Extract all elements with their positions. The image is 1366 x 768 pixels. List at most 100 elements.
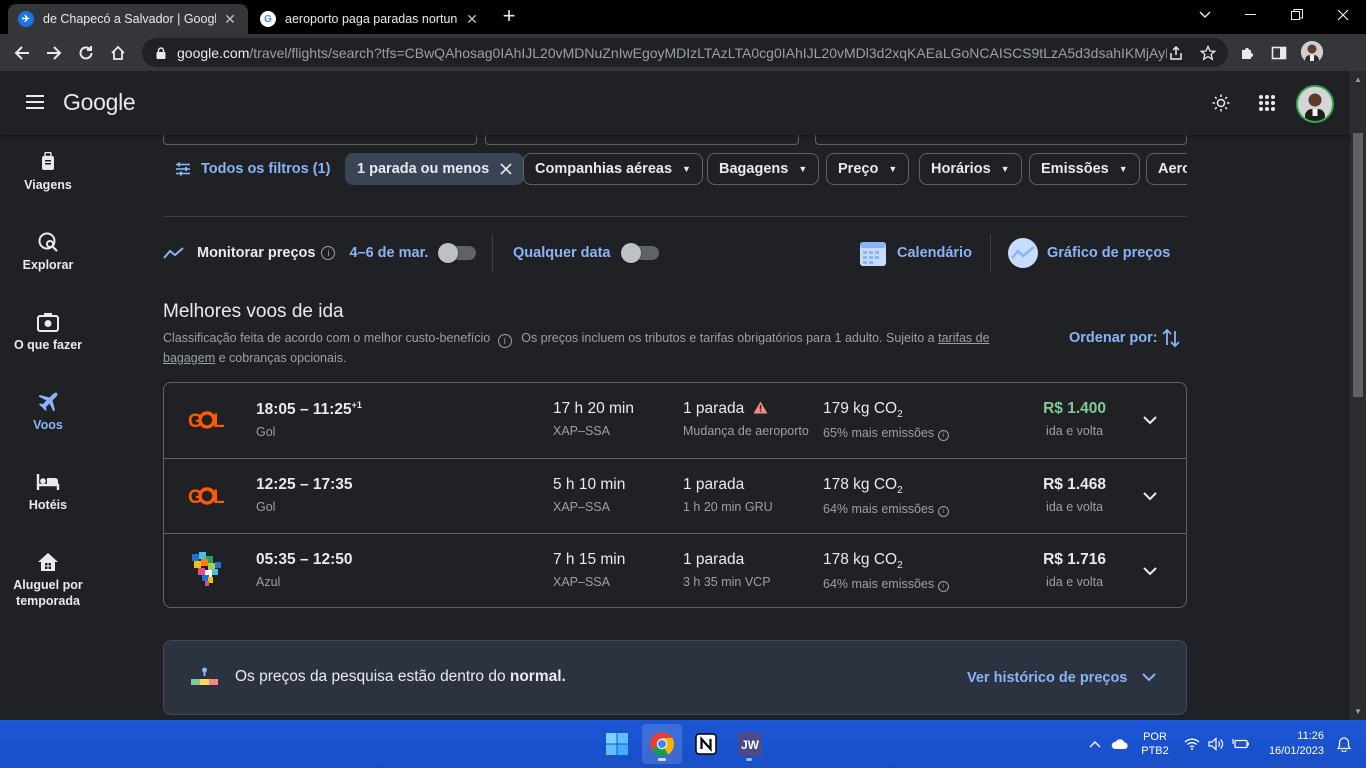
- airline-name: Azul: [256, 575, 281, 589]
- date-range-label: 4–6 de mar.: [349, 245, 429, 261]
- monitor-prices-label: Monitorar preços: [197, 245, 316, 261]
- close-window-icon[interactable]: [1320, 0, 1366, 30]
- camera-icon: [0, 309, 96, 335]
- flight-row[interactable]: 05:35 – 12:50 Azul 7 h 15 min XAP–SSA 1 …: [164, 533, 1186, 607]
- any-date-toggle[interactable]: [620, 243, 659, 263]
- google-logo[interactable]: Google: [63, 89, 136, 116]
- address-bar[interactable]: google.com/travel/flights/search?tfs=CBw…: [142, 38, 1228, 67]
- back-icon[interactable]: [9, 40, 35, 66]
- reload-icon[interactable]: [73, 40, 99, 66]
- clear-filter-icon[interactable]: [500, 163, 512, 175]
- scroll-up-icon[interactable]: ▲: [1354, 75, 1362, 84]
- close-tab-icon[interactable]: ✕: [222, 11, 238, 28]
- filter-sliders-icon: [176, 162, 190, 176]
- calendar-divider: [990, 234, 991, 272]
- sort-by-button[interactable]: Ordenar por:: [1069, 328, 1180, 348]
- google-flights-icon: ✈: [18, 11, 34, 27]
- flight-route: XAP–SSA: [553, 575, 610, 589]
- chrome-icon[interactable]: [642, 724, 682, 764]
- info-icon[interactable]: i: [321, 246, 336, 260]
- notification-bell-icon[interactable]: [1337, 720, 1351, 768]
- quick-settings[interactable]: [1184, 720, 1250, 768]
- chevron-down-icon[interactable]: [1142, 673, 1156, 682]
- chip-times[interactable]: Horários ▼: [919, 153, 1022, 185]
- account-avatar[interactable]: [1296, 85, 1334, 123]
- sidebar-item-hoteis[interactable]: Hotéis: [0, 469, 96, 513]
- language-code: POR: [1143, 731, 1167, 743]
- bookmark-star-icon[interactable]: [1195, 40, 1221, 66]
- share-icon[interactable]: [1163, 40, 1189, 66]
- clock[interactable]: 11:26 16/01/2023: [1260, 720, 1324, 768]
- track-dates-toggle[interactable]: [438, 243, 477, 263]
- windows-start-icon[interactable]: [597, 724, 637, 764]
- info-icon[interactable]: i: [937, 581, 949, 593]
- jw-icon[interactable]: JW: [730, 724, 770, 764]
- sort-arrows-icon: [1161, 328, 1180, 348]
- chevron-down-icon[interactable]: [1139, 485, 1161, 507]
- active-app-indicator: [658, 758, 666, 761]
- chip-airlines[interactable]: Companhias aéreas ▼: [523, 153, 703, 185]
- extensions-icon[interactable]: [1234, 40, 1260, 66]
- info-icon[interactable]: i: [937, 430, 949, 442]
- chip-bags[interactable]: Bagagens ▼: [707, 153, 820, 185]
- system-tray: [1089, 720, 1129, 768]
- info-icon[interactable]: i: [937, 506, 949, 518]
- new-tab-button[interactable]: +: [500, 5, 518, 28]
- tab-search[interactable]: G aeroporto paga paradas nortunas - Pesq…: [250, 4, 490, 34]
- input-language[interactable]: POR PTB2: [1139, 720, 1171, 768]
- forward-icon[interactable]: [41, 40, 67, 66]
- side-panel-icon[interactable]: [1266, 40, 1292, 66]
- sidebar-item-voos[interactable]: Voos: [0, 389, 96, 433]
- tab-search-icon[interactable]: [1182, 0, 1228, 30]
- all-filters-label: Todos os filtros (1): [201, 161, 331, 177]
- home-icon[interactable]: [105, 40, 131, 66]
- scroll-down-icon[interactable]: ▼: [1354, 707, 1362, 716]
- sidebar-item-explorar[interactable]: Explorar: [0, 229, 96, 273]
- sidebar-item-aluguel[interactable]: Aluguel por temporada: [0, 549, 96, 609]
- azul-logo: [192, 552, 221, 586]
- flight-row[interactable]: GL 18:05 – 11:25+1 Gol 17 h 20 min XAP–S…: [164, 383, 1186, 458]
- close-tab-icon[interactable]: ✕: [464, 11, 480, 28]
- all-filters-button[interactable]: Todos os filtros (1): [175, 153, 341, 185]
- caret-down-icon: ▼: [798, 164, 808, 174]
- svg-text:L: L: [213, 487, 225, 508]
- chip-stops[interactable]: 1 parada ou menos: [345, 153, 525, 185]
- chip-price[interactable]: Preço ▼: [826, 153, 910, 185]
- sidebar-item-label: O que fazer: [13, 338, 83, 352]
- notion-icon[interactable]: [686, 724, 726, 764]
- chip-emissions[interactable]: Emissões ▼: [1029, 153, 1140, 185]
- calendar-label: Calendário: [897, 245, 972, 261]
- calendar-button[interactable]: Calendário: [859, 237, 972, 269]
- chevron-up-icon[interactable]: [1089, 740, 1101, 748]
- restore-icon[interactable]: [1274, 0, 1320, 30]
- apps-grid-icon[interactable]: [1255, 91, 1279, 115]
- chip-airports[interactable]: Aero: [1146, 153, 1187, 185]
- menu-icon[interactable]: [26, 95, 46, 111]
- flight-stops: 1 parada: [683, 476, 745, 493]
- tab-flights[interactable]: ✈ de Chapecó a Salvador | Google Voos ✕: [8, 4, 248, 34]
- price-insight-text: Os preços da pesquisa estão dentro do no…: [235, 668, 566, 686]
- profile-avatar[interactable]: [1301, 41, 1323, 63]
- price-history-link[interactable]: Ver histórico de preços: [967, 670, 1127, 686]
- warning-icon[interactable]: [753, 401, 768, 414]
- price-graph-button[interactable]: Gráfico de preços: [1007, 237, 1170, 269]
- sidebar-item-label: Hotéis: [28, 498, 68, 512]
- sidebar-item-o-que-fazer[interactable]: O que fazer: [0, 309, 96, 353]
- page-scrollbar[interactable]: ▲ ▼: [1350, 71, 1366, 720]
- minimize-icon[interactable]: [1228, 0, 1274, 30]
- info-icon[interactable]: i: [497, 334, 512, 348]
- chip-label: 1 parada ou menos: [357, 161, 490, 177]
- sidebar-item-viagens[interactable]: Viagens: [0, 149, 96, 193]
- flight-row[interactable]: GL 12:25 – 17:35 Gol 5 h 10 min XAP–SSA …: [164, 458, 1186, 533]
- chevron-down-icon[interactable]: [1139, 409, 1161, 431]
- theme-sun-icon[interactable]: [1209, 91, 1233, 115]
- filters-divider: [163, 216, 1187, 217]
- price-insight-card[interactable]: Os preços da pesquisa estão dentro do no…: [163, 640, 1187, 715]
- lock-icon[interactable]: [154, 46, 168, 60]
- house-icon: [0, 549, 96, 575]
- flight-times: 18:05 – 11:25: [256, 401, 352, 419]
- results-subtitle: Classificação feita de acordo com o melh…: [163, 328, 1033, 368]
- scrollbar-thumb[interactable]: [1353, 133, 1363, 397]
- chevron-down-icon[interactable]: [1139, 560, 1161, 582]
- onedrive-cloud-icon[interactable]: [1111, 738, 1129, 750]
